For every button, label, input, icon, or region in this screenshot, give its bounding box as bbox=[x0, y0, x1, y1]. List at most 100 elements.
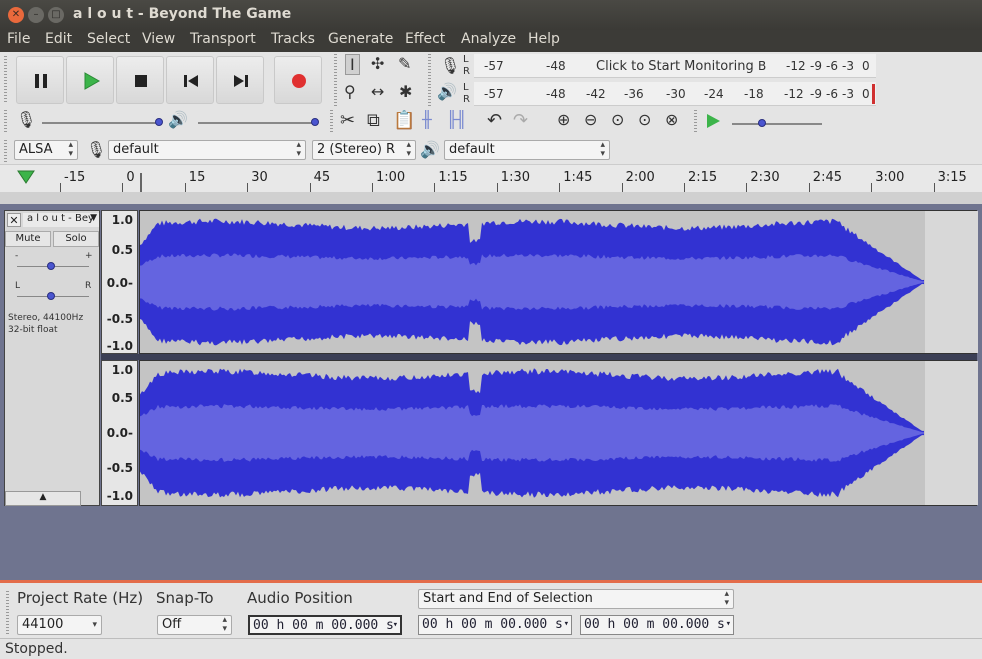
selection-end-field[interactable]: 00 h 00 m 00.000 s ▾ bbox=[580, 615, 734, 635]
trim-audio-icon[interactable]: ╫ bbox=[422, 110, 432, 129]
play-speed-thumb[interactable] bbox=[758, 119, 766, 127]
ruler-label: 0 bbox=[126, 170, 135, 185]
stop-button[interactable] bbox=[116, 56, 164, 104]
toolbar-grip[interactable] bbox=[4, 140, 7, 162]
menu-transport[interactable]: Transport bbox=[190, 31, 256, 47]
zoom-tool-icon[interactable]: ⚲ bbox=[344, 82, 356, 101]
ruler-gap bbox=[0, 192, 982, 204]
chevron-up-down-icon: ▴ ▾ bbox=[600, 140, 605, 159]
speaker-icon: 🔊 bbox=[420, 140, 440, 159]
meter-tick: -3 bbox=[842, 87, 854, 101]
toolbar-grip[interactable] bbox=[428, 54, 431, 106]
selection-end-value: 00 h 00 m 00.000 s bbox=[584, 617, 725, 632]
toolbar-grip[interactable] bbox=[4, 110, 7, 132]
menu-file[interactable]: File bbox=[7, 31, 30, 47]
multi-tool-icon[interactable]: ✱ bbox=[399, 82, 412, 101]
snap-to-select[interactable]: Off ▴ ▾ bbox=[157, 615, 232, 635]
cut-icon[interactable]: ✂ bbox=[340, 110, 355, 131]
zoom-out-icon[interactable]: ⊖ bbox=[584, 110, 597, 129]
play-speed-slider[interactable] bbox=[732, 123, 822, 125]
maximize-window-button[interactable]: □ bbox=[48, 7, 64, 23]
close-window-button[interactable]: ✕ bbox=[8, 7, 24, 23]
vertical-ruler-right-channel[interactable]: 1.0 0.5 0.0- -0.5 -1.0 bbox=[101, 360, 138, 506]
skip-to-start-button[interactable] bbox=[166, 56, 214, 104]
meter-tick: -6 bbox=[826, 59, 838, 73]
empty-track-region bbox=[925, 211, 978, 353]
pause-button[interactable] bbox=[16, 56, 64, 104]
gain-slider-thumb[interactable] bbox=[47, 262, 55, 270]
playback-volume-thumb[interactable] bbox=[311, 118, 319, 126]
undo-icon[interactable]: ↶ bbox=[487, 110, 502, 131]
playback-device-select[interactable]: default ▴ ▾ bbox=[444, 140, 610, 160]
waveform-left-channel[interactable] bbox=[139, 210, 978, 354]
paste-icon[interactable]: 📋 bbox=[393, 110, 415, 131]
record-meter[interactable]: -57 -48 Click to Start Monitoring B -12 … bbox=[474, 54, 876, 78]
play-button[interactable] bbox=[66, 56, 114, 104]
playhead-marker bbox=[140, 173, 142, 193]
fit-project-icon[interactable]: ⊙ bbox=[638, 110, 651, 129]
track-name-menu[interactable]: a l o u t - Bey ▼ bbox=[23, 213, 99, 227]
skip-to-end-button[interactable] bbox=[216, 56, 264, 104]
menu-tracks[interactable]: Tracks bbox=[271, 31, 315, 47]
audio-host-select[interactable]: ALSA ▴ ▾ bbox=[14, 140, 78, 160]
audio-position-field[interactable]: 00 h 00 m 00.000 s ▾ bbox=[248, 615, 402, 635]
vertical-ruler-left-channel[interactable]: 1.0 0.5 0.0- -0.5 -1.0 bbox=[101, 210, 138, 354]
playback-volume-slider[interactable] bbox=[198, 122, 318, 124]
menu-effect[interactable]: Effect bbox=[405, 31, 445, 47]
pan-slider-thumb[interactable] bbox=[47, 292, 55, 300]
start-monitoring-label[interactable]: Click to Start Monitoring bbox=[596, 59, 754, 74]
pan-right-label: R bbox=[85, 281, 92, 291]
project-rate-label: Project Rate (Hz) bbox=[17, 589, 144, 607]
copy-icon[interactable]: ⧉ bbox=[367, 110, 380, 131]
selection-start-field[interactable]: 00 h 00 m 00.000 s ▾ bbox=[418, 615, 572, 635]
collapse-track-button[interactable]: ▲ bbox=[5, 491, 81, 506]
toolbar-grip[interactable] bbox=[330, 110, 333, 134]
selection-mode-select[interactable]: Start and End of Selection ▴ ▾ bbox=[418, 589, 734, 609]
minimize-window-button[interactable]: – bbox=[28, 7, 44, 23]
pinned-play-head-icon[interactable] bbox=[16, 169, 36, 185]
project-rate-select[interactable]: 44100 ▾ bbox=[17, 615, 102, 635]
mute-button[interactable]: Mute bbox=[5, 231, 51, 247]
solo-button[interactable]: Solo bbox=[53, 231, 99, 247]
menu-generate[interactable]: Generate bbox=[328, 31, 393, 47]
microphone-icon[interactable]: 🎙 bbox=[440, 56, 460, 75]
menu-edit[interactable]: Edit bbox=[45, 31, 72, 47]
recording-device-select[interactable]: default ▴ ▾ bbox=[108, 140, 306, 160]
toolbar-grip[interactable] bbox=[6, 591, 9, 635]
toolbar-grip[interactable] bbox=[694, 110, 697, 134]
toolbar-grip[interactable] bbox=[4, 56, 7, 104]
timeline-ruler[interactable]: -15 0 15 30 45 1:00 1:15 1:30 1:45 2:00 2:15 2:30 2:… bbox=[0, 164, 982, 193]
zoom-in-icon[interactable]: ⊕ bbox=[557, 110, 570, 129]
zoom-toggle-icon[interactable]: ⊗ bbox=[665, 110, 678, 129]
recording-volume-thumb[interactable] bbox=[155, 118, 163, 126]
menu-select[interactable]: Select bbox=[87, 31, 130, 47]
selection-tool-icon[interactable]: I bbox=[345, 54, 360, 75]
chevron-up-down-icon: ▴ ▾ bbox=[724, 589, 729, 608]
redo-icon[interactable]: ↷ bbox=[513, 110, 528, 131]
recording-channels-select[interactable]: 2 (Stereo) R ▴ ▾ bbox=[312, 140, 416, 160]
amplitude-label: 0.5 bbox=[111, 243, 133, 257]
play-at-speed-icon[interactable] bbox=[704, 112, 722, 130]
close-track-button[interactable]: ✕ bbox=[7, 213, 21, 227]
selection-toolbar: Project Rate (Hz) 44100 ▾ Snap-To Off ▴ ▾ A… bbox=[0, 580, 982, 638]
record-button[interactable] bbox=[274, 56, 322, 104]
selection-mode-value: Start and End of Selection bbox=[423, 591, 593, 606]
recording-volume-slider[interactable] bbox=[42, 122, 162, 124]
playback-meter[interactable]: -57 -48 -42 -36 -30 -24 -18 -12 -9 -6 -3… bbox=[474, 82, 876, 106]
timeshift-tool-icon[interactable]: ↔ bbox=[371, 82, 384, 101]
menu-view[interactable]: View bbox=[142, 31, 175, 47]
envelope-tool-icon[interactable]: ✣ bbox=[371, 54, 384, 73]
draw-tool-icon[interactable]: ✎ bbox=[398, 54, 411, 73]
amplitude-label: 0.0- bbox=[106, 276, 133, 290]
menu-analyze[interactable]: Analyze bbox=[461, 31, 516, 47]
meter-tick: -12 bbox=[786, 59, 806, 73]
menu-help[interactable]: Help bbox=[528, 31, 560, 47]
waveform-rms-shape bbox=[140, 253, 924, 311]
meter-tick: -30 bbox=[666, 87, 686, 101]
fit-selection-icon[interactable]: ⊙ bbox=[611, 110, 624, 129]
waveform-right-channel[interactable] bbox=[139, 360, 978, 506]
toolbar-grip[interactable] bbox=[334, 54, 337, 106]
silence-audio-icon[interactable]: ╟╢ bbox=[447, 110, 466, 129]
ruler-label: 2:00 bbox=[625, 170, 655, 185]
speaker-icon[interactable]: 🔊 bbox=[437, 82, 457, 101]
